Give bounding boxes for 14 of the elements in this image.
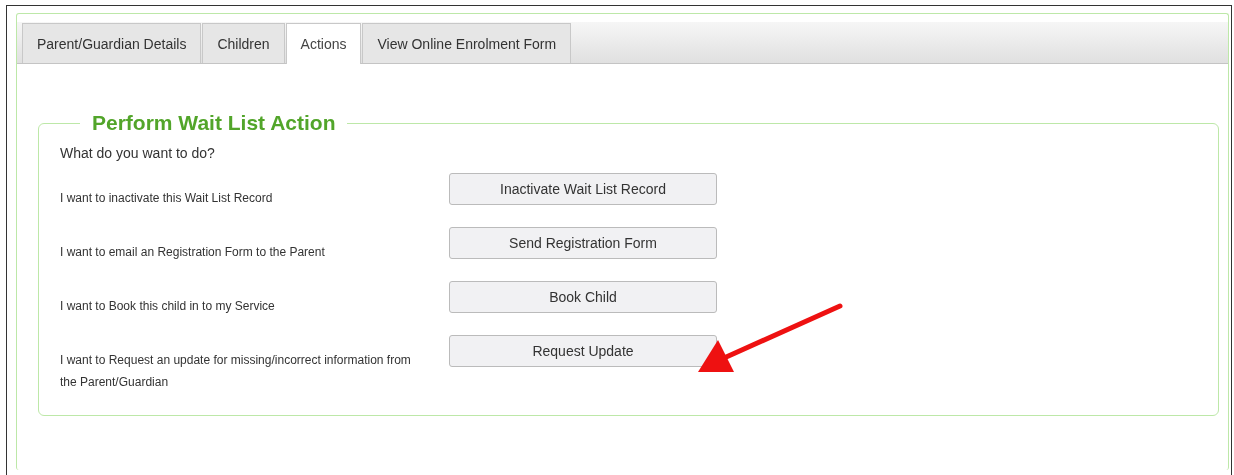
tab[interactable]: Children — [202, 23, 285, 63]
action-button[interactable]: Send Registration Form — [449, 227, 717, 259]
tab[interactable]: View Online Enrolment Form — [362, 23, 572, 63]
tab[interactable]: Actions — [285, 23, 362, 64]
action-description: I want to Book this child in to my Service — [60, 298, 276, 315]
action-button[interactable]: Inactivate Wait List Record — [449, 173, 717, 205]
section-title: Perform Wait List Action — [91, 111, 337, 135]
tab[interactable]: Parent/Guardian Details — [22, 23, 202, 63]
action-button[interactable]: Request Update — [449, 335, 717, 367]
question-text: What do you want to do? — [60, 145, 216, 161]
action-description: I want to email an Registration Form to the Parent — [60, 244, 326, 261]
action-button[interactable]: Book Child — [449, 281, 717, 313]
action-description: I want to Request an update for missing/incorrect information from the Parent/Guardian — [60, 352, 412, 391]
action-description: I want to inactivate this Wait List Record — [60, 190, 274, 207]
